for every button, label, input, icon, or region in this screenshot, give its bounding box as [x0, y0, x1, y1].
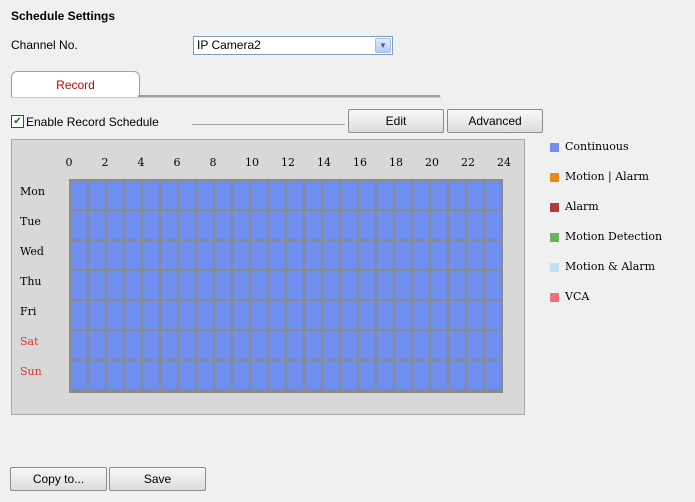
save-button[interactable]: Save: [109, 467, 206, 491]
hour-label: 4: [137, 156, 145, 169]
hour-label: 10: [245, 156, 259, 169]
edit-button[interactable]: Edit: [348, 109, 444, 133]
chevron-down-icon[interactable]: ▼: [375, 38, 391, 53]
legend-label-motion-or-alarm: Motion | Alarm: [565, 170, 649, 183]
legend-swatch-vca: [550, 293, 559, 302]
hour-label: 0: [65, 156, 73, 169]
channel-select-value: IP Camera2: [197, 38, 261, 52]
channel-label: Channel No.: [11, 38, 78, 52]
legend-label-vca: VCA: [565, 290, 590, 303]
tab-divider-lower: [11, 97, 441, 98]
hour-label: 6: [173, 156, 181, 169]
day-label-tue: Tue: [20, 215, 41, 228]
schedule-grid[interactable]: [69, 179, 503, 393]
tab-record[interactable]: Record: [11, 71, 140, 97]
hour-label: 20: [425, 156, 439, 169]
day-label-thu: Thu: [20, 275, 42, 288]
day-label-sat: Sat: [20, 335, 39, 348]
legend-label-continuous: Continuous: [565, 140, 629, 153]
advanced-button[interactable]: Advanced: [447, 109, 543, 133]
hour-label: 14: [317, 156, 331, 169]
enable-schedule-checkbox[interactable]: ✔: [11, 115, 24, 128]
hour-label: 22: [461, 156, 475, 169]
day-label-wed: Wed: [20, 245, 44, 258]
day-label-mon: Mon: [20, 185, 45, 198]
day-label-fri: Fri: [20, 305, 37, 318]
legend-label-alarm: Alarm: [565, 200, 599, 213]
hour-label: 12: [281, 156, 295, 169]
day-label-sun: Sun: [20, 365, 42, 378]
legend-swatch-alarm: [550, 203, 559, 212]
legend-swatch-motion-detection: [550, 233, 559, 242]
page-title: Schedule Settings: [11, 9, 116, 23]
enable-schedule-label: Enable Record Schedule: [26, 115, 159, 129]
copy-to-button[interactable]: Copy to...: [10, 467, 107, 491]
legend-label-motion-and-alarm: Motion & Alarm: [565, 260, 656, 273]
hour-label: 24: [497, 156, 511, 169]
hour-label: 2: [101, 156, 109, 169]
legend-swatch-motion-and-alarm: [550, 263, 559, 272]
legend-label-motion-detection: Motion Detection: [565, 230, 663, 243]
hour-label: 8: [209, 156, 217, 169]
divider-line: [192, 124, 345, 125]
channel-select[interactable]: IP Camera2 ▼: [193, 36, 393, 55]
legend-swatch-motion-or-alarm: [550, 173, 559, 182]
hour-label: 16: [353, 156, 367, 169]
legend-swatch-continuous: [550, 143, 559, 152]
hour-label: 18: [389, 156, 403, 169]
